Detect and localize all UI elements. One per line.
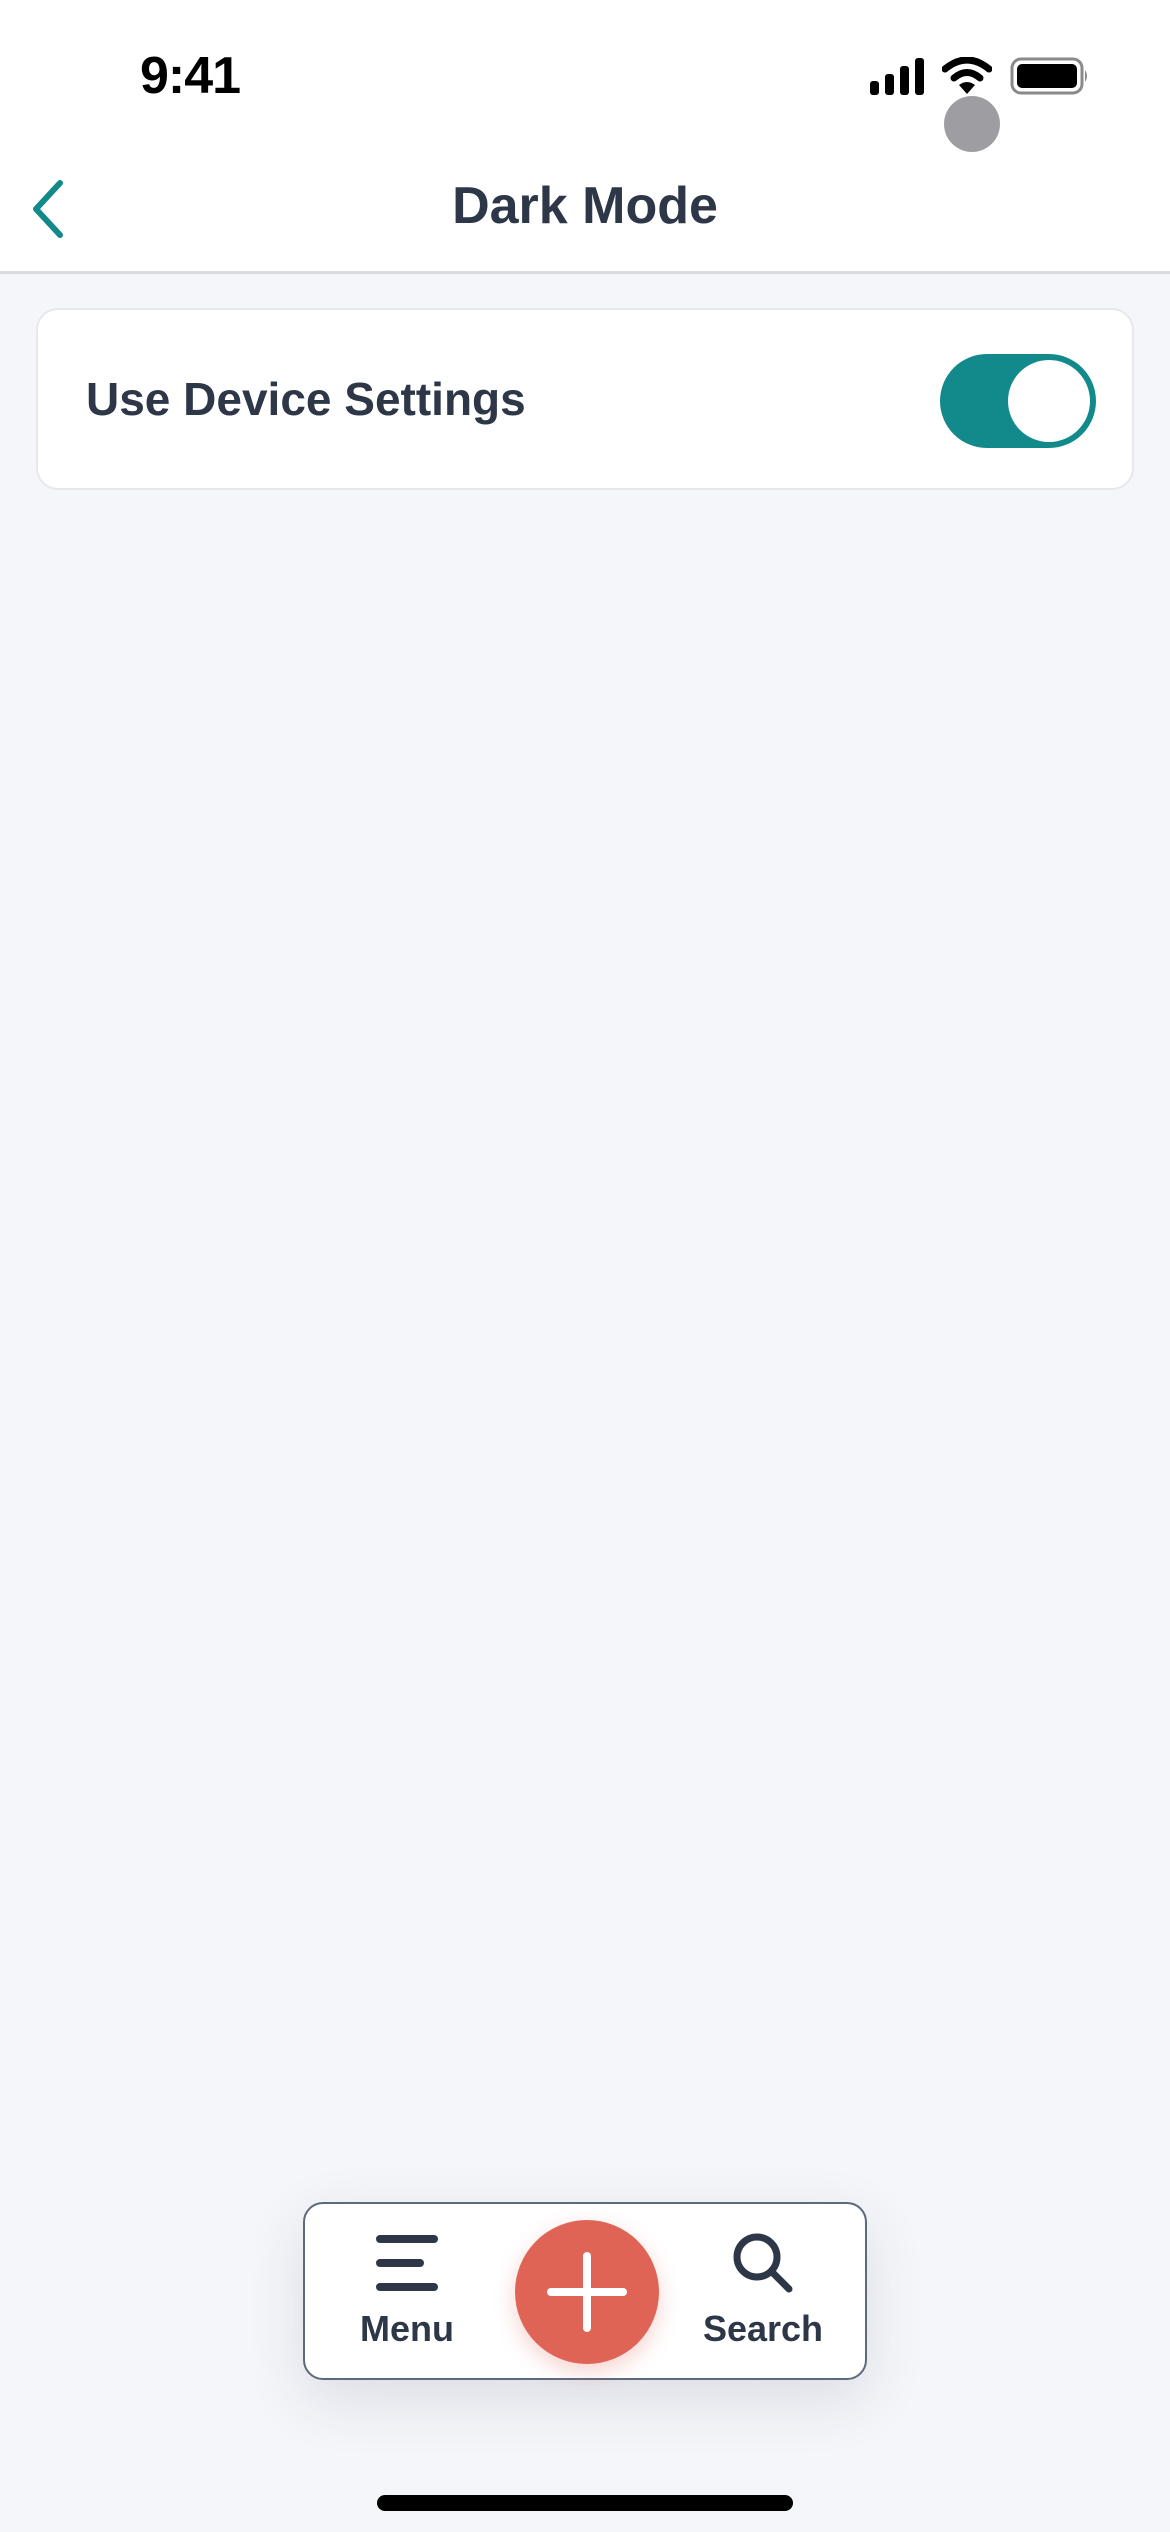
dark-mode-settings-screen: 9:41 Dark Mode Use Device Settings Menu … [0,0,1170,2532]
toggle-knob [1008,360,1090,442]
tab-search-label: Search [702,2308,824,2349]
bottom-tab-bar: Menu Search [303,2202,867,2380]
battery-icon [1010,56,1090,96]
cellular-signal-icon [870,57,924,95]
use-device-settings-label: Use Device Settings [86,373,526,425]
tab-menu-label: Menu [360,2308,454,2349]
wifi-icon [942,57,992,95]
use-device-settings-toggle[interactable] [940,354,1096,448]
add-button[interactable] [515,2220,659,2364]
home-indicator[interactable] [377,2495,793,2511]
status-icons [870,56,1090,96]
nav-header: Dark Mode [0,150,1170,274]
plus-icon [547,2252,627,2332]
search-icon [731,2224,795,2302]
tab-menu[interactable]: Menu [327,2224,487,2364]
settings-card: Use Device Settings [36,308,1134,490]
status-time: 9:41 [140,47,241,105]
touch-indicator [944,96,1000,152]
tab-search[interactable]: Search [683,2224,843,2364]
hamburger-menu-icon [374,2224,440,2302]
page-title: Dark Mode [452,177,718,235]
